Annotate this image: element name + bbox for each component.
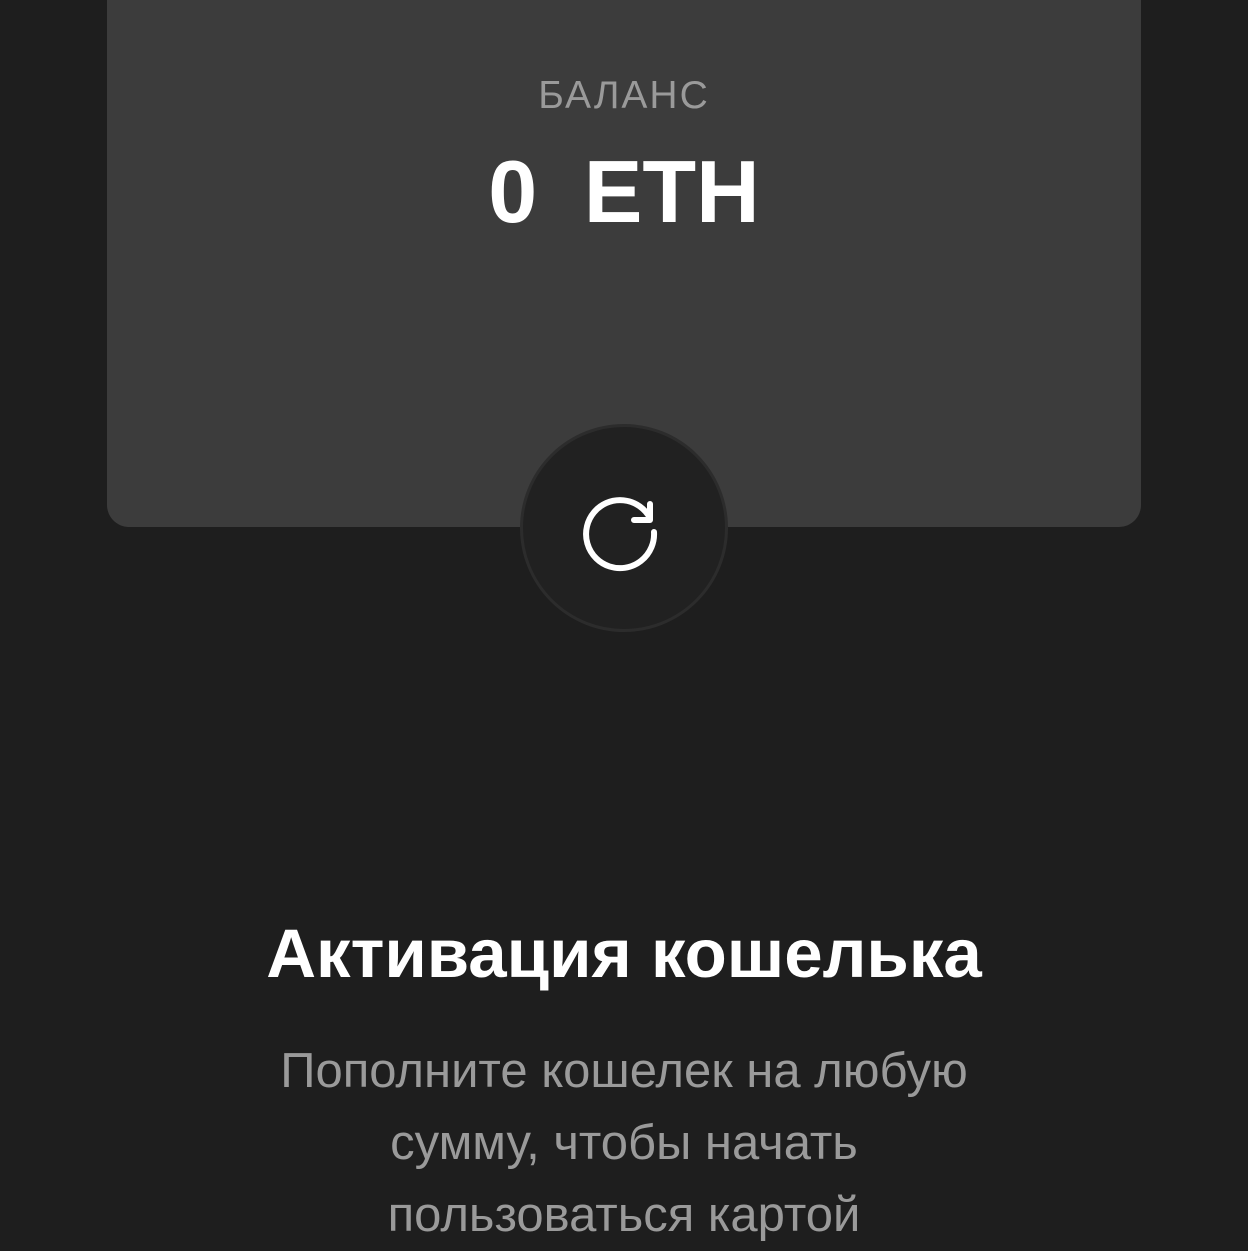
refresh-icon — [583, 497, 658, 572]
activation-title: Активация кошелька — [266, 915, 982, 992]
balance-value: 0 ETH — [488, 142, 760, 241]
activation-description: Пополните кошелек на любую сумму, чтобы … — [280, 1044, 968, 1242]
balance-label: БАЛАНС — [538, 74, 710, 117]
refresh-button[interactable] — [520, 424, 728, 632]
